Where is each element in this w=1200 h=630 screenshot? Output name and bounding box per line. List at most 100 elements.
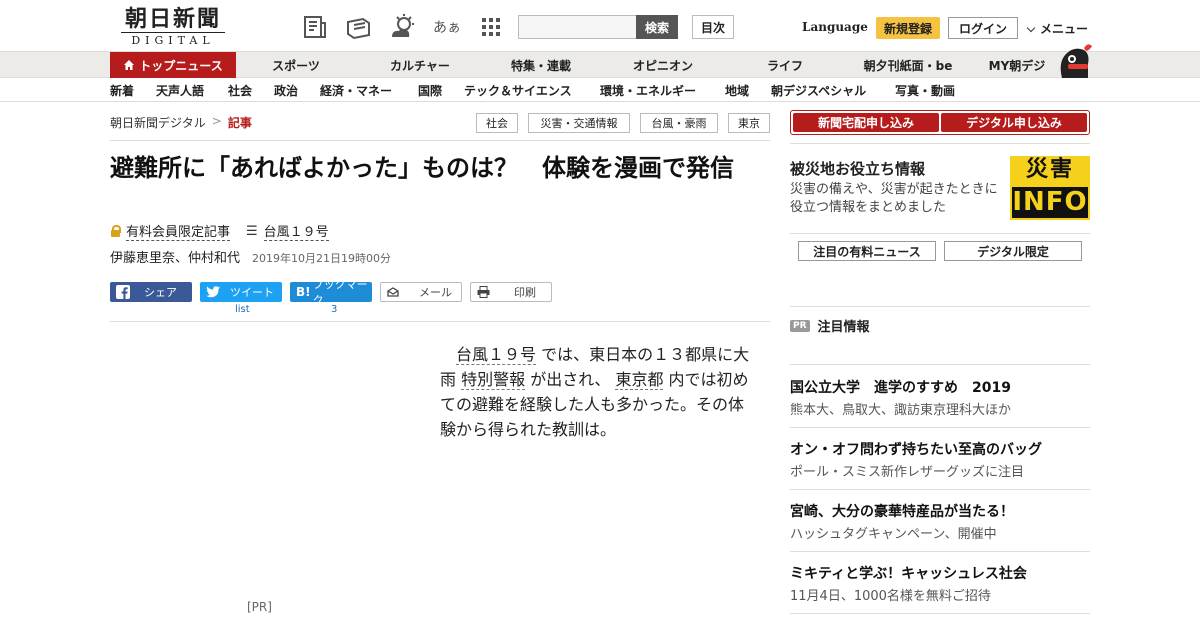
article-lead: 台風１９号 では、東日本の１３都県に大雨 特別警報 が出され、 東京都 内では初… (440, 342, 756, 442)
bookmark-count[interactable]: 3 (331, 304, 337, 315)
subnav-latest[interactable]: 新着 (110, 78, 134, 102)
newspaper-icon[interactable] (300, 12, 330, 42)
promo-item[interactable]: 国公立大学 進学のすすめ 2019 熊本大、鳥取大、諏訪東京理科大ほか (790, 378, 1090, 421)
menu-button[interactable]: メニュー (1026, 20, 1088, 37)
promo-title: 宮崎、大分の豪華特産品が当たる！ (790, 504, 1014, 520)
print-button[interactable]: 印刷 (470, 282, 552, 302)
breadcrumb: 朝日新聞デジタル > 記事 (110, 114, 252, 131)
divider (790, 306, 1090, 307)
disaster-info-banner[interactable]: 災害 INFO (1010, 156, 1090, 220)
subnav-tensei[interactable]: 天声人語 (156, 78, 204, 102)
divider (790, 233, 1090, 234)
keyword-link-tokyo[interactable]: 東京都 (615, 370, 664, 390)
keyword-link-special-warning[interactable]: 特別警報 (461, 370, 526, 390)
subnav-politics[interactable]: 政治 (274, 78, 298, 102)
login-button[interactable]: ログイン (948, 17, 1018, 39)
home-icon (124, 60, 135, 70)
subnav-special[interactable]: 朝デジスペシャル (771, 78, 866, 102)
pr-section-header: PR 注目情報 (790, 316, 870, 335)
hatena-label: ブックマーク (312, 278, 368, 307)
promo-title: 国公立大学 進学のすすめ 2019 (790, 380, 1011, 396)
subnav-environment[interactable]: 環境・エネルギー (600, 78, 696, 102)
subnav-society[interactable]: 社会 (228, 78, 252, 102)
tweet-button[interactable]: ツイート (200, 282, 282, 302)
promo-item[interactable]: オン・オフ問わず持ちたい至高のバッグ ポール・スミス新作レザーグッズに注目 (790, 440, 1090, 483)
breadcrumb-separator: > (211, 114, 222, 128)
divider (790, 551, 1090, 552)
pr-label: [PR] (247, 600, 272, 614)
promo-subtitle: ポール・スミス新作レザーグッズに注目 (790, 465, 1025, 480)
subnav-region[interactable]: 地域 (725, 78, 749, 102)
promo-item[interactable]: 宮崎、大分の豪華特産品が当たる！ ハッシュタグキャンペーン、開催中 (790, 502, 1090, 545)
paper-subscribe-button[interactable]: 新聞宅配申し込み (793, 113, 939, 132)
nav-sports[interactable]: スポーツ (258, 52, 334, 78)
weather-icon[interactable] (388, 12, 418, 42)
logo-kanji: 朝日新聞 (124, 6, 221, 32)
tag-tokyo[interactable]: 東京 (728, 113, 770, 133)
hatena-bookmark-button[interactable]: B! ブックマーク (290, 278, 372, 307)
subnav-international[interactable]: 国際 (418, 78, 442, 102)
divider (790, 143, 1090, 144)
breadcrumb-home[interactable]: 朝日新聞デジタル (110, 114, 206, 131)
nav-paper[interactable]: 朝夕刊紙面・be (856, 52, 960, 78)
disaster-banner-kanji: 災害 (1025, 157, 1074, 182)
nav-opinion[interactable]: オピニオン (624, 52, 702, 78)
list-icon: ☰ (246, 223, 258, 239)
article-meta: 有料会員限定記事 ☰ 台風１９号 (110, 221, 329, 241)
disaster-info-title[interactable]: 被災地お役立ち情報 (790, 158, 925, 179)
disaster-info-description: 災害の備えや、災害が起きたときに役立つ情報をまとめました (790, 182, 998, 215)
facebook-share-button[interactable]: シェア (110, 282, 192, 302)
font-size-icon-text: あぁ (433, 20, 461, 36)
sub-nav: 新着 天声人語 社会 政治 経済・マネー 国際 テック＆サイエンス 環境・エネル… (0, 78, 1200, 102)
article-title: 避難所に「あればよかった」ものは？ 体験を漫画で発信 (110, 154, 734, 182)
nav-my-asadigi[interactable]: MY朝デジ (982, 52, 1052, 78)
paid-news-button[interactable]: 注目の有料ニュース (798, 241, 936, 261)
promo-title: ミキティと学ぶ！キャッシュレス社会 (790, 566, 1027, 582)
series-link[interactable]: 台風１９号 (263, 221, 329, 241)
nav-features[interactable]: 特集・連載 (500, 52, 582, 78)
tweet-label: ツイート (230, 286, 274, 299)
font-size-icon[interactable]: あぁ (432, 12, 462, 42)
contents-button[interactable]: 目次 (692, 15, 734, 39)
tag-society[interactable]: 社会 (476, 113, 518, 133)
divider (110, 321, 770, 322)
main-nav: トップニュース スポーツ カルチャー 特集・連載 オピニオン ライフ 朝夕刊紙面… (0, 52, 1200, 78)
twitter-icon (206, 286, 220, 298)
disaster-banner-info: INFO (1012, 187, 1088, 218)
tag-typhoon[interactable]: 台風・豪雨 (640, 113, 718, 133)
logo-digital: DIGITAL (121, 32, 225, 47)
divider (790, 489, 1090, 490)
paid-article-link[interactable]: 有料会員限定記事 (126, 221, 231, 241)
site-header: 朝日新聞 DIGITAL あぁ 検索 目次 Language 新規登録 ログイン… (0, 0, 1200, 52)
divider (110, 140, 770, 141)
nav-culture[interactable]: カルチャー (380, 52, 460, 78)
pr-badge: PR (790, 319, 810, 332)
signup-button[interactable]: 新規登録 (876, 17, 940, 39)
magazine-icon[interactable] (344, 12, 374, 42)
subnav-economy[interactable]: 経済・マネー (320, 78, 392, 102)
tag-disaster-traffic[interactable]: 災害・交通情報 (528, 113, 630, 133)
nav-life[interactable]: ライフ (756, 52, 814, 78)
search-input[interactable] (518, 15, 638, 39)
breadcrumb-current: 記事 (227, 116, 252, 130)
subnav-photo-video[interactable]: 写真・動画 (895, 78, 955, 102)
digital-only-button[interactable]: デジタル限定 (944, 241, 1082, 261)
mail-share-button[interactable]: メール (380, 282, 462, 302)
digital-subscribe-button[interactable]: デジタル申し込み (941, 113, 1087, 132)
grid-menu-icon[interactable] (476, 12, 506, 42)
subscribe-box: 新聞宅配申し込み デジタル申し込み (790, 110, 1090, 135)
keyword-link-typhoon[interactable]: 台風１９号 (456, 345, 537, 365)
mail-icon (387, 287, 399, 297)
publish-date: 2019年10月21日19時00分 (252, 252, 391, 265)
nav-top-news[interactable]: トップニュース (110, 52, 236, 78)
lock-icon (110, 225, 121, 237)
search-button[interactable]: 検索 (636, 15, 678, 39)
language-link[interactable]: Language (802, 20, 868, 34)
facebook-icon (116, 285, 130, 299)
tweet-count[interactable]: list (235, 304, 250, 315)
print-label: 印刷 (514, 286, 536, 299)
mail-label: メール (419, 286, 452, 299)
subnav-tech[interactable]: テック＆サイエンス (464, 78, 572, 102)
site-logo[interactable]: 朝日新聞 DIGITAL (118, 8, 228, 48)
promo-item[interactable]: ミキティと学ぶ！キャッシュレス社会 11月4日、1000名様を無料ご招待 (790, 564, 1090, 607)
